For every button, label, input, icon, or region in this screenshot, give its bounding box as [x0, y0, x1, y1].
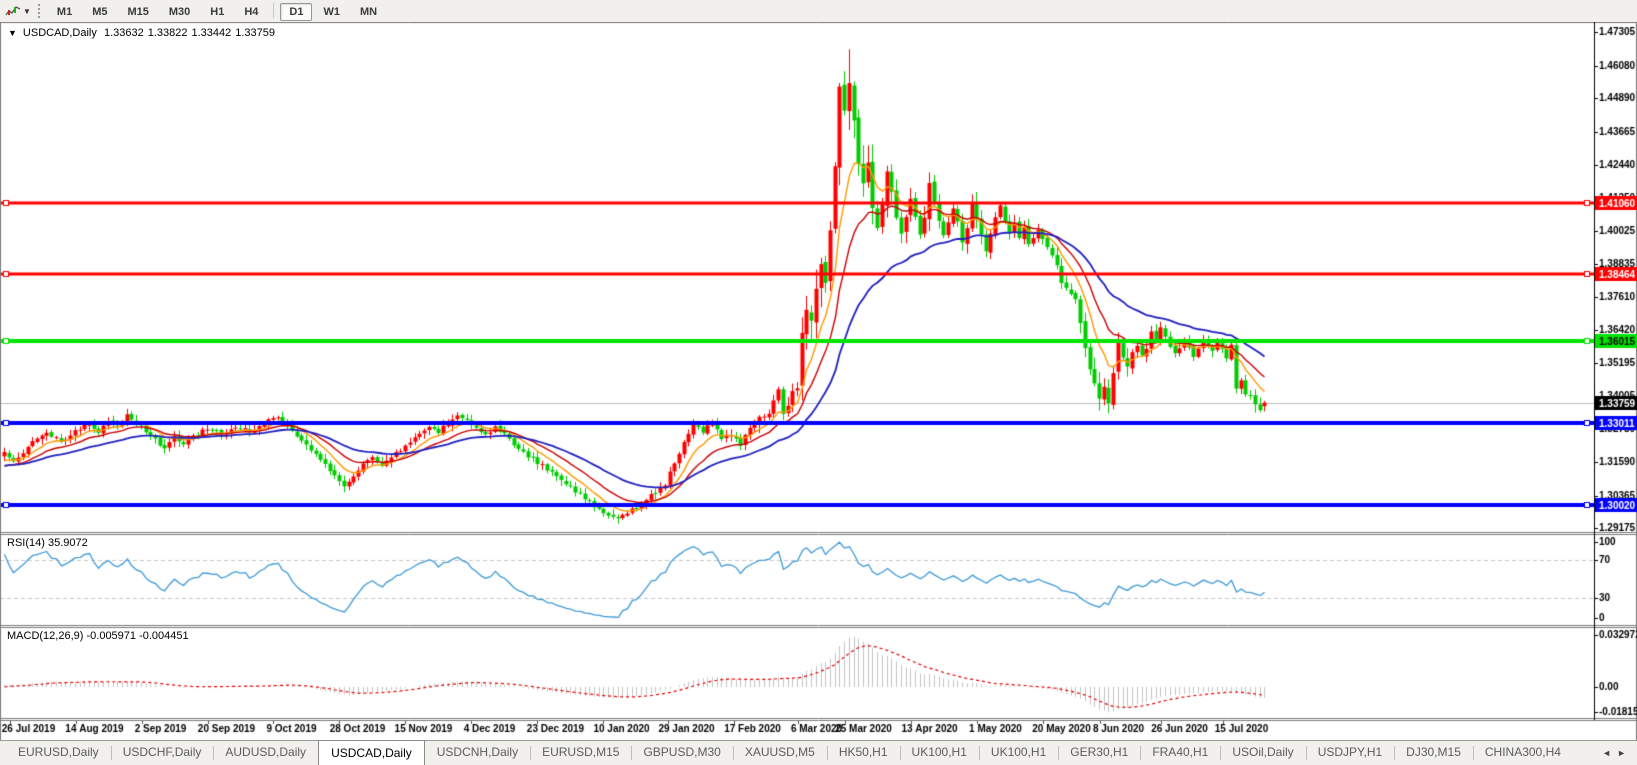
toolbar-divider — [273, 2, 275, 18]
tab-eurusd-daily[interactable]: EURUSD,Daily — [6, 741, 111, 765]
tab-audusd-daily[interactable]: AUDUSD,Daily — [213, 741, 318, 765]
timeframe-button-d1[interactable]: D1 — [280, 2, 313, 21]
tab-scroll-right-icon[interactable]: ► — [1617, 748, 1626, 758]
chart-area: ▼ USDCAD,Daily 1.33632 1.33822 1.33442 1.337… — [0, 22, 1637, 740]
tab-scroll-controls: ◄ ► — [1591, 741, 1637, 765]
tab-usdcad-daily[interactable]: USDCAD,Daily — [318, 740, 425, 765]
timeframe-button-m30[interactable]: M30 — [160, 3, 199, 21]
tab-gbpusd-m30[interactable]: GBPUSD,M30 — [631, 741, 732, 765]
timeframe-button-w1[interactable]: W1 — [314, 3, 349, 21]
tab-usoil-daily[interactable]: USOil,Daily — [1220, 741, 1305, 765]
chart-tabs: EURUSD,Daily USDCHF,Daily AUDUSD,Daily USDC… — [6, 740, 1573, 765]
tab-usdcnh-daily[interactable]: USDCNH,Daily — [425, 741, 530, 765]
chart-cursor-icon[interactable] — [4, 3, 22, 19]
tab-uk100-h1[interactable]: UK100,H1 — [978, 741, 1058, 765]
tab-eurusd-m15[interactable]: EURUSD,M15 — [530, 741, 631, 765]
tab-usdjpy-h1[interactable]: USDJPY,H1 — [1305, 741, 1394, 765]
tab-xauusd-m5[interactable]: XAUUSD,M5 — [732, 741, 827, 765]
timeframe-button-m1[interactable]: M1 — [48, 3, 81, 21]
timeframe-button-m15[interactable]: M15 — [118, 3, 157, 21]
chart-canvas[interactable] — [0, 22, 1637, 740]
mt4-window: ▼ M1 M5 M15 M30 H1 H4 D1 W1 MN ▼ USDCAD,Daily 1.3… — [0, 0, 1637, 765]
timeframe-buttons: M1 M5 M15 M30 H1 H4 D1 W1 MN — [47, 2, 387, 21]
timeframe-button-mn[interactable]: MN — [351, 3, 386, 21]
chevron-down-icon[interactable]: ▼ — [23, 7, 31, 16]
timeframe-button-h4[interactable]: H4 — [235, 3, 267, 21]
timeframe-button-h1[interactable]: H1 — [201, 3, 233, 21]
timeframe-button-m5[interactable]: M5 — [83, 3, 116, 21]
chart-tab-bar: EURUSD,Daily USDCHF,Daily AUDUSD,Daily USDC… — [0, 740, 1637, 765]
tab-china300-h4[interactable]: CHINA300,H4 — [1472, 741, 1573, 765]
tab-uk100-h1[interactable]: UK100,H1 — [899, 741, 979, 765]
timeframe-toolbar: ▼ M1 M5 M15 M30 H1 H4 D1 W1 MN — [0, 0, 1637, 22]
tab-ger30-h1[interactable]: GER30,H1 — [1058, 741, 1140, 765]
tab-usdchf-daily[interactable]: USDCHF,Daily — [110, 741, 214, 765]
tab-dj30-m15[interactable]: DJ30,M15 — [1394, 741, 1473, 765]
tab-fra40-h1[interactable]: FRA40,H1 — [1140, 741, 1220, 765]
toolbar-grip — [37, 4, 40, 18]
tab-scroll-left-icon[interactable]: ◄ — [1602, 748, 1611, 758]
tab-hk50-h1[interactable]: HK50,H1 — [826, 741, 900, 765]
